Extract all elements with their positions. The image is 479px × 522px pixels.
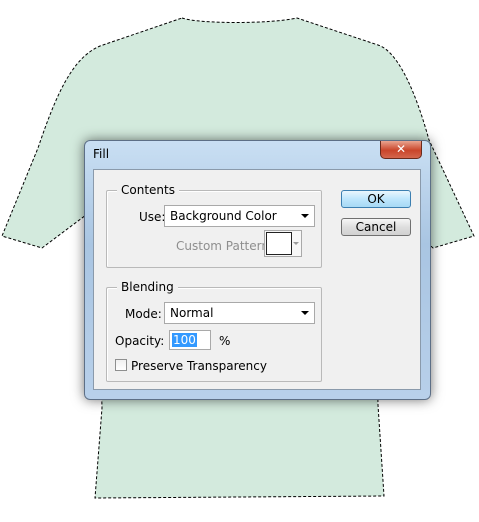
mode-label: Mode:	[125, 307, 162, 321]
chevron-down-icon	[301, 214, 309, 218]
mode-dropdown[interactable]: Normal	[164, 302, 315, 324]
dialog-title: Fill	[93, 147, 110, 161]
opacity-value: 100	[172, 333, 197, 347]
fill-dialog: Fill ✕ Contents Use: Background Color Cu…	[84, 140, 431, 400]
contents-legend: Contents	[117, 183, 179, 197]
use-label: Use:	[139, 210, 166, 224]
use-dropdown[interactable]: Background Color	[164, 205, 315, 227]
chevron-down-icon	[301, 311, 309, 315]
dialog-client-area: Contents Use: Background Color Custom Pa…	[93, 169, 421, 390]
blending-legend: Blending	[117, 280, 178, 294]
custom-pattern-label: Custom Pattern:	[176, 239, 274, 253]
mode-value: Normal	[170, 306, 214, 320]
chevron-down-icon	[293, 242, 299, 245]
opacity-label: Opacity:	[115, 334, 165, 348]
close-icon: ✕	[395, 142, 407, 156]
preserve-transparency-label[interactable]: Preserve Transparency	[131, 359, 267, 373]
custom-pattern-picker	[264, 230, 302, 257]
cancel-button[interactable]: Cancel	[341, 218, 411, 236]
ok-button[interactable]: OK	[341, 190, 411, 208]
opacity-input[interactable]: 100	[169, 330, 211, 350]
use-value: Background Color	[170, 209, 277, 223]
pattern-swatch	[266, 232, 292, 255]
preserve-transparency-checkbox[interactable]	[115, 359, 127, 371]
opacity-unit: %	[219, 334, 231, 348]
close-button[interactable]: ✕	[380, 141, 422, 159]
